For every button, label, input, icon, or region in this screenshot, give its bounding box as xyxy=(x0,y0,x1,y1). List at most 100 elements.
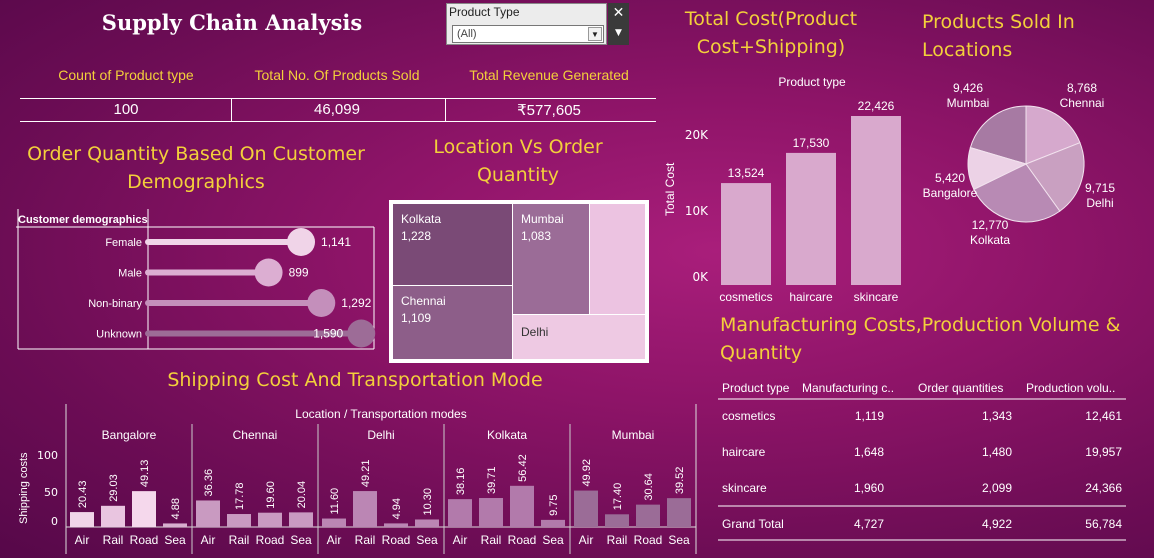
pie-value-label: 8,768 xyxy=(1067,81,1097,95)
shipping-value-label: 39.71 xyxy=(486,466,498,494)
shipping-mode-label: Air xyxy=(579,533,594,547)
pie-value-label: 12,770 xyxy=(972,218,1009,232)
shipping-location-label: Mumbai xyxy=(612,428,655,442)
shipping-bar[interactable] xyxy=(574,490,598,527)
table-cell: 1,960 xyxy=(854,481,884,495)
table-total-cell: Grand Total xyxy=(722,517,784,531)
demographics-title-line1: Order Quantity Based On Customer xyxy=(27,143,365,165)
shipping-bar[interactable] xyxy=(510,485,534,527)
shipping-bar[interactable] xyxy=(541,519,565,527)
shipping-bar[interactable] xyxy=(227,514,251,527)
shipping-bar[interactable] xyxy=(605,514,629,527)
products-sold-title-line2: Locations xyxy=(922,39,1013,61)
shipping-bar[interactable] xyxy=(415,519,439,527)
shipping-value-label: 19.60 xyxy=(265,481,277,509)
shipping-bar[interactable] xyxy=(101,505,125,527)
shipping-mode-label: Rail xyxy=(355,533,376,547)
shipping-bar[interactable] xyxy=(196,500,220,527)
table-cell: 19,957 xyxy=(1085,445,1122,459)
demographic-dot[interactable] xyxy=(287,228,316,256)
shipping-cost-chart: Location / Transportation modes Shipping… xyxy=(18,404,697,554)
shipping-location-label: Kolkata xyxy=(487,428,527,442)
shipping-ytick: 0 xyxy=(51,515,58,528)
total-cost-title-line1: Total Cost(Product xyxy=(684,8,858,30)
treemap-cell-bangalore[interactable] xyxy=(590,204,645,314)
shipping-value-label: 38.16 xyxy=(455,468,467,496)
shipping-value-label: 39.52 xyxy=(674,467,686,495)
shipping-value-label: 20.43 xyxy=(77,481,89,509)
shipping-mode-label: Rail xyxy=(103,533,124,547)
shipping-mode-label: Sea xyxy=(668,533,690,547)
shipping-value-label: 56.42 xyxy=(517,454,529,482)
shipping-bar[interactable] xyxy=(636,504,660,527)
kpi-label-revenue: Total Revenue Generated xyxy=(469,67,629,83)
treemap-cell-delhi[interactable]: Delhi xyxy=(513,315,645,359)
table-cell: haircare xyxy=(722,445,766,459)
demographic-dot[interactable] xyxy=(307,289,336,317)
demographic-label: Male xyxy=(118,268,142,280)
total-cost-category-label: skincare xyxy=(854,290,899,304)
chevron-down-icon[interactable]: ▼ xyxy=(588,27,602,41)
shipping-value-label: 49.21 xyxy=(360,460,372,488)
demographic-dot[interactable] xyxy=(254,258,283,287)
shipping-value-label: 49.13 xyxy=(139,460,151,488)
table-header[interactable]: Product type xyxy=(722,381,790,395)
total-cost-bar[interactable] xyxy=(851,116,901,285)
shipping-bar[interactable] xyxy=(163,523,187,527)
shipping-bar[interactable] xyxy=(70,512,94,527)
shipping-location-label: Chennai xyxy=(233,428,278,442)
shipping-value-label: 30.64 xyxy=(643,473,655,501)
treemap-cell-mumbai[interactable]: Mumbai 1,083 xyxy=(513,204,589,314)
pie-value-label: 5,420 xyxy=(935,171,965,185)
shipping-bar[interactable] xyxy=(353,491,377,527)
total-cost-chart: Product type Total Cost 20K 10K 0K 13,52… xyxy=(663,75,901,304)
table-header[interactable]: Order quantities xyxy=(918,381,1003,395)
kpi-value-sold: 46,099 xyxy=(314,101,360,118)
shipping-value-label: 36.36 xyxy=(203,469,215,497)
table-header[interactable]: Manufacturing c.. xyxy=(802,381,894,395)
product-type-select[interactable]: (All) ▼ xyxy=(452,25,604,43)
manufacturing-table: Product type Manufacturing c.. Order quant… xyxy=(718,381,1126,541)
table-total-cell: 4,727 xyxy=(854,517,884,531)
demographic-dot[interactable] xyxy=(347,319,376,348)
product-type-filter[interactable]: Product Type (All) ▼ xyxy=(446,3,607,45)
shipping-location-label: Bangalore xyxy=(102,428,157,442)
total-cost-category-label: haircare xyxy=(789,290,833,304)
total-cost-category-label: cosmetics xyxy=(719,290,772,304)
total-cost-bar[interactable] xyxy=(721,183,771,285)
dashboard-title: Supply Chain Analysis xyxy=(101,10,363,35)
manufacturing-title-line2: Quantity xyxy=(720,342,803,364)
treemap-cell-kolkata[interactable]: Kolkata 1,228 xyxy=(393,204,512,285)
filter-controls: ✕ ▼ xyxy=(608,3,629,45)
shipping-value-label: 4.88 xyxy=(170,498,182,519)
table-header[interactable]: Production volu.. xyxy=(1026,381,1115,395)
shipping-mode-label: Air xyxy=(201,533,216,547)
treemap-cell-chennai[interactable]: Chennai 1,109 xyxy=(393,286,512,359)
pie-name-label: Kolkata xyxy=(970,233,1010,247)
demographic-value: 1,292 xyxy=(341,296,371,310)
shipping-bar[interactable] xyxy=(384,523,408,527)
treemap-label: Kolkata xyxy=(401,212,442,226)
shipping-bar[interactable] xyxy=(479,498,503,527)
shipping-bar[interactable] xyxy=(322,518,346,527)
shipping-bar[interactable] xyxy=(448,499,472,527)
table-total-cell: 56,784 xyxy=(1085,517,1122,531)
menu-caret-icon[interactable]: ▼ xyxy=(608,23,629,43)
shipping-location-label: Delhi xyxy=(367,428,394,442)
location-title-line2: Quantity xyxy=(476,164,560,186)
shipping-bar[interactable] xyxy=(258,512,282,527)
shipping-mode-label: Rail xyxy=(607,533,628,547)
shipping-mode-label: Road xyxy=(508,533,537,547)
shipping-ytick: 100 xyxy=(37,449,58,462)
shipping-bar[interactable] xyxy=(132,491,156,527)
shipping-mode-label: Air xyxy=(327,533,342,547)
total-cost-bar[interactable] xyxy=(786,152,836,285)
demographic-label: Unknown xyxy=(96,329,142,341)
close-icon[interactable]: ✕ xyxy=(608,3,629,23)
table-cell: 1,648 xyxy=(854,445,884,459)
shipping-bar[interactable] xyxy=(667,498,691,527)
location-treemap: Kolkata 1,228 Mumbai 1,083 Chennai 1,109… xyxy=(389,200,649,363)
shipping-bar[interactable] xyxy=(289,512,313,527)
treemap-label: Delhi xyxy=(521,325,549,339)
pie-name-label: Mumbai xyxy=(947,96,990,110)
